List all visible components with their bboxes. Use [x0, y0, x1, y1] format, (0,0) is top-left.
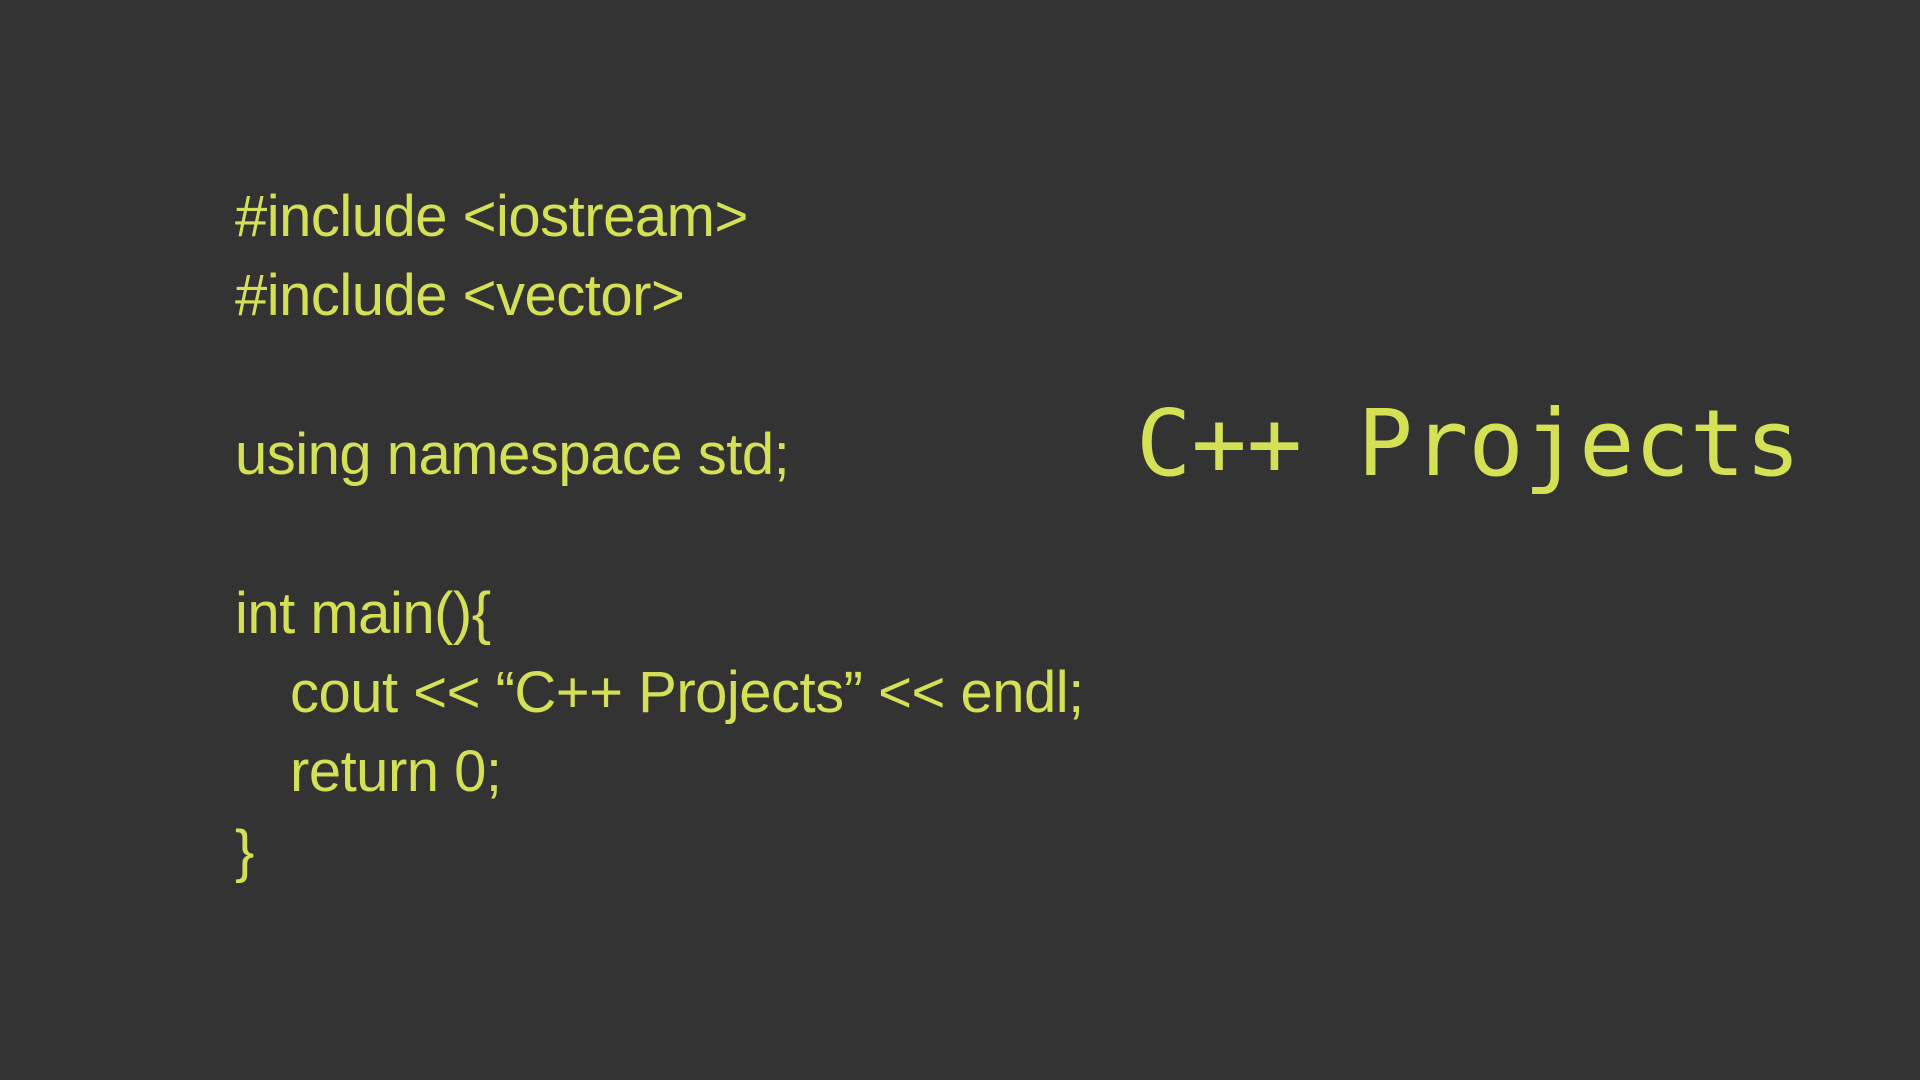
- code-line-main-signature: int main(){: [235, 581, 491, 646]
- code-line-closing-brace: }: [235, 819, 254, 884]
- code-line-include-iostream: #include <iostream>: [235, 184, 748, 249]
- page-title: C++ Projects: [1136, 390, 1801, 497]
- slide-canvas: #include <iostream> #include <vector> us…: [0, 0, 1920, 1080]
- code-line-return: return 0;: [290, 739, 502, 804]
- code-line-cout: cout << “C++ Projects” << endl;: [290, 660, 1084, 725]
- code-line-using-namespace: using namespace std;: [235, 422, 790, 487]
- code-line-include-vector: #include <vector>: [235, 263, 685, 328]
